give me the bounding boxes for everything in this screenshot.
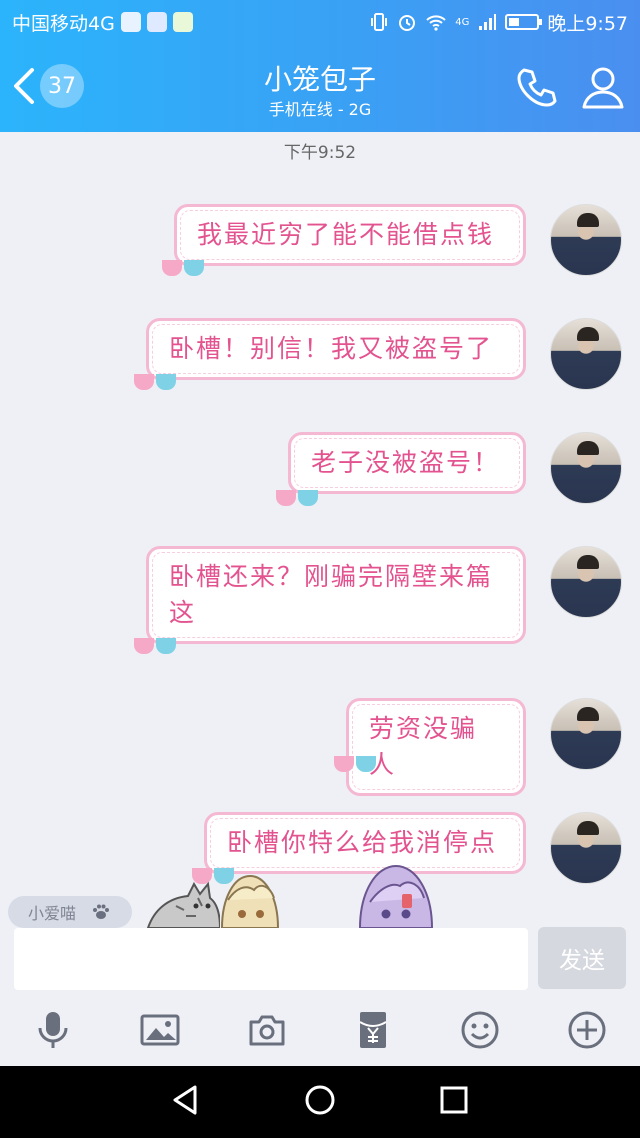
message-bubble[interactable]: 劳资没骗人 [346, 698, 526, 796]
battery-icon [505, 14, 543, 30]
message-bubble[interactable]: 卧槽还来？刚骗完隔壁来篇这 [146, 546, 526, 644]
voice-button[interactable] [0, 994, 107, 1066]
back-triangle-icon [173, 1085, 197, 1115]
wifi-icon [426, 15, 446, 31]
nav-home-button[interactable] [303, 1083, 337, 1121]
composer-toolbar [0, 994, 640, 1066]
nav-recents-button[interactable] [437, 1083, 471, 1121]
avatar[interactable] [550, 204, 622, 276]
character-sticker-icon [220, 874, 280, 928]
home-circle-icon [305, 1085, 335, 1115]
clock: 晚上9:57 [547, 12, 628, 35]
bubble-decoration-icon [158, 256, 214, 280]
message-text: 卧槽你特么给我消停点 [227, 828, 498, 857]
avatar[interactable] [550, 546, 622, 618]
message-text: 我最近穷了能不能借点钱 [197, 220, 495, 249]
camera-button[interactable] [213, 994, 320, 1066]
user-icon[interactable] [580, 64, 626, 110]
recents-square-icon [440, 1086, 468, 1114]
bubble-decoration-icon [272, 486, 328, 510]
avatar[interactable] [550, 318, 622, 390]
signal-icon [479, 14, 497, 30]
bubble-decoration-icon [130, 370, 186, 394]
chat-header: 中国移动4G 4G 晚上9:57 37 小笼包子 手机在线 - 2G [0, 0, 640, 132]
avatar[interactable] [550, 698, 622, 770]
alarm-icon [399, 15, 416, 31]
camera-icon [249, 1015, 285, 1046]
message-bubble[interactable]: 老子没被盗号！ [288, 432, 526, 494]
message-text: 卧槽还来？刚骗完隔壁来篇这 [169, 562, 494, 627]
emoji-icon [461, 1011, 499, 1049]
wechat-icon [172, 12, 193, 32]
emoji-button[interactable] [427, 994, 534, 1066]
nickname-label: 小爱喵 [28, 904, 77, 923]
message-bubble[interactable]: 我最近穷了能不能借点钱 [174, 204, 526, 266]
image-button[interactable] [107, 994, 214, 1066]
phone-icon[interactable] [514, 64, 560, 110]
red-packet-button[interactable] [320, 994, 427, 1066]
vibrate-icon [371, 13, 388, 31]
app-icon [146, 12, 167, 32]
shield-icon [120, 12, 141, 32]
avatar[interactable] [550, 812, 622, 884]
sticker-nickname-chip[interactable]: 小爱喵 [8, 896, 132, 928]
paw-icon [93, 904, 110, 919]
carrier-label: 中国移动4G [12, 12, 115, 35]
more-button[interactable] [533, 994, 640, 1066]
bubble-decoration-icon [130, 634, 186, 658]
message-bubble[interactable]: 卧槽！别信！我又被盗号了 [146, 318, 526, 380]
nav-back-button[interactable] [169, 1083, 203, 1121]
message-input[interactable] [14, 928, 528, 990]
plus-icon [568, 1011, 606, 1049]
message-text: 卧槽！别信！我又被盗号了 [169, 334, 494, 363]
character-sticker-icon [358, 864, 434, 928]
status-bar: 中国移动4G 4G 晚上9:57 [0, 0, 640, 44]
system-navigation-bar [0, 1066, 640, 1138]
send-button[interactable]: 发送 [538, 927, 626, 989]
message-timestamp: 下午9:52 [283, 143, 357, 163]
network-badge: 4G [455, 16, 470, 28]
cat-sticker-icon [146, 881, 220, 928]
red-packet-icon [359, 1012, 387, 1048]
bubble-decoration-icon [330, 752, 386, 776]
avatar[interactable] [550, 432, 622, 504]
image-icon [140, 1014, 180, 1046]
message-text: 老子没被盗号！ [311, 448, 501, 477]
microphone-icon [38, 1012, 68, 1048]
